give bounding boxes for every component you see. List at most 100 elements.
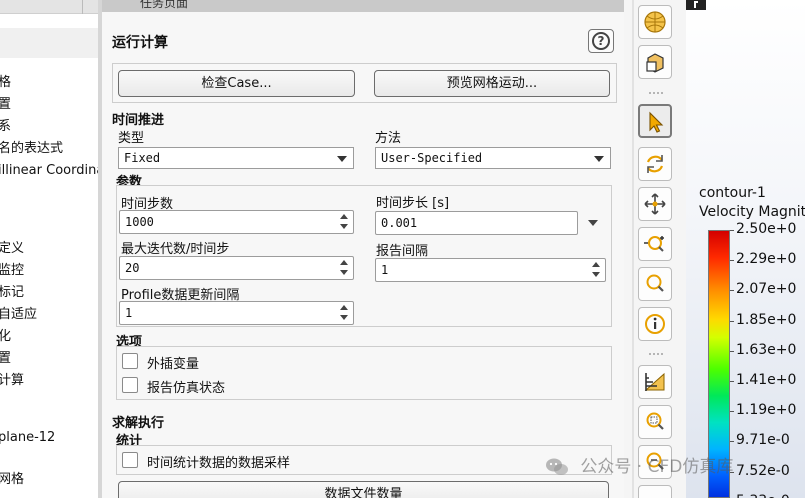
toolbar-button-partial[interactable] [638,485,672,498]
spinner-arrows-icon[interactable] [340,304,350,322]
max-iterations-label: 最大迭代数/时间步 [121,242,230,257]
colorbar-tick-label: 1.41e+0 [736,372,797,388]
help-button[interactable]: ? [588,29,614,53]
tree-item[interactable]: 定义 [0,239,24,259]
spinner-arrows-icon[interactable] [340,213,350,231]
report-interval-input[interactable]: 1 [375,258,606,282]
num-time-steps-input[interactable]: 1000 [119,210,354,234]
data-sampling-checkbox[interactable] [122,452,138,468]
tree-item[interactable]: 自适应 [0,305,37,325]
colorbar-tick-label: 2.50e+0 [736,221,797,237]
tree-item[interactable]: 格 [0,73,11,93]
colorbar-tick [730,350,734,352]
colorbar-tick [730,441,734,443]
legend-title: contour-1 [699,185,766,201]
method-label: 方法 [375,131,402,146]
tree-item[interactable]: 网格 [0,470,24,490]
help-icon: ? [592,32,610,50]
preview-mesh-motion-button[interactable]: 预览网格运动... [374,70,610,97]
watermark-text: 公众号 · CFD仿真库 [580,457,734,477]
tree-item[interactable]: plane-12 [0,428,55,448]
profile-update-interval-input[interactable]: 1 [119,301,354,325]
tree-item[interactable]: 名的表达式 [0,139,63,159]
colorbar-tick [730,320,734,322]
max-iterations-input[interactable]: 20 [119,256,354,280]
graphics-viewport[interactable]: contour-1 Velocity Magnit 2.50e+0 2.29e+0… [686,0,805,498]
colorbar-tick [730,411,734,413]
colorbar-tick-label: 2.07e+0 [736,281,797,298]
extrapolate-variables-label: 外插变量 [147,357,200,372]
model-view-button[interactable] [638,365,672,399]
colorbar-tick [730,381,734,382]
app-logo-icon [686,0,706,10]
info-icon [645,314,665,334]
report-interval-label: 报告间隔 [376,244,429,259]
zoom-to-area-button[interactable] [638,267,672,301]
colorbar-tick-label: 1.63e+0 [736,341,797,358]
data-sampling-label: 时间统计数据的数据采样 [147,456,291,471]
pointer-arrow-icon [649,111,664,133]
method-dropdown-value: User-Specified [381,151,483,165]
time-step-size-label: 时间步长 [s] [376,196,450,211]
time-step-size-value: 0.001 [381,216,418,230]
tree-item[interactable]: illinear Coordina [0,161,98,181]
zoom-fit-button[interactable] [638,405,672,439]
colorbar-tick-label: 7.52e-0 [736,462,790,479]
colorbar-tick [730,290,734,292]
toolbar-grip [649,353,663,356]
view-box-button[interactable] [638,45,672,79]
colorbar-tick-label: 9.71e-0 [736,432,790,449]
check-case-button[interactable]: 检查Case... [118,70,355,97]
graphics-toolbar [624,0,686,498]
report-interval-value: 1 [381,263,389,277]
task-page-title: 任务页面 [140,0,189,10]
report-simulation-status-checkbox[interactable] [122,377,138,393]
time-advancement-section-label: 时间推进 [112,113,165,128]
toolbar-separator [632,0,634,498]
outline-tree-panel: 格置系名的表达式 illinear Coordina 定义 监控 标记 自适应化置计算 pl… [0,0,98,498]
select-pointer-button[interactable] [638,104,672,138]
time-advancement-method-dropdown[interactable]: User-Specified [375,147,611,169]
tree-item[interactable]: 计算 [0,371,24,391]
wechat-icon [546,458,568,475]
time-advancement-type-dropdown[interactable]: Fixed [118,147,354,169]
box-view-icon [646,53,664,73]
rotate-button[interactable] [638,147,672,181]
tree-item[interactable]: 标记 [0,283,24,303]
chevron-down-icon [594,156,604,162]
colorbar-tick [730,230,734,231]
watermark: 公众号 · CFD仿真库 [545,452,733,480]
tree-item[interactable]: 置 [0,95,11,115]
magnifier-icon [646,274,664,292]
max-iterations-value: 20 [125,261,140,275]
colorbar-tick [730,260,734,262]
tree-item[interactable]: 监控 [0,261,24,281]
colorbar-tick-label: 1.85e+0 [736,311,797,328]
spinner-arrows-icon[interactable] [340,259,350,277]
layers-view-icon [644,372,665,391]
probe-info-button[interactable] [638,307,672,341]
solution-processing-section-label: 求解执行 [112,416,165,431]
colorbar-tick-label: 2.29e+0 [736,251,797,268]
units-dropdown-icon[interactable] [588,220,598,226]
tree-item[interactable]: 化 [0,327,11,347]
zoom-in-out-button[interactable] [638,227,672,261]
toolbar-grip [649,92,663,95]
zoom-in-out-icon [644,236,664,252]
tree-item[interactable]: 置 [0,349,11,369]
report-simulation-status-label: 报告仿真状态 [147,381,226,396]
zoom-fit-icon [646,412,664,430]
colorbar-tick-label: 5.33e-0 [736,493,790,498]
spinner-arrows-icon[interactable] [592,261,602,279]
tree-item[interactable]: 系 [0,117,11,137]
pan-button[interactable] [638,187,672,221]
task-page-titlebar: 任务页面 [102,0,624,12]
time-step-size-input[interactable]: 0.001 [375,211,578,235]
data-file-quantities-button[interactable]: 数据文件数量 [118,481,609,498]
fit-geometry-button[interactable] [638,5,672,39]
num-time-steps-value: 1000 [125,215,154,229]
sphere-mesh-icon [644,11,666,33]
page-title: 运行计算 [112,35,168,51]
extrapolate-variables-checkbox[interactable] [122,353,138,369]
profile-update-interval-value: 1 [125,306,133,320]
